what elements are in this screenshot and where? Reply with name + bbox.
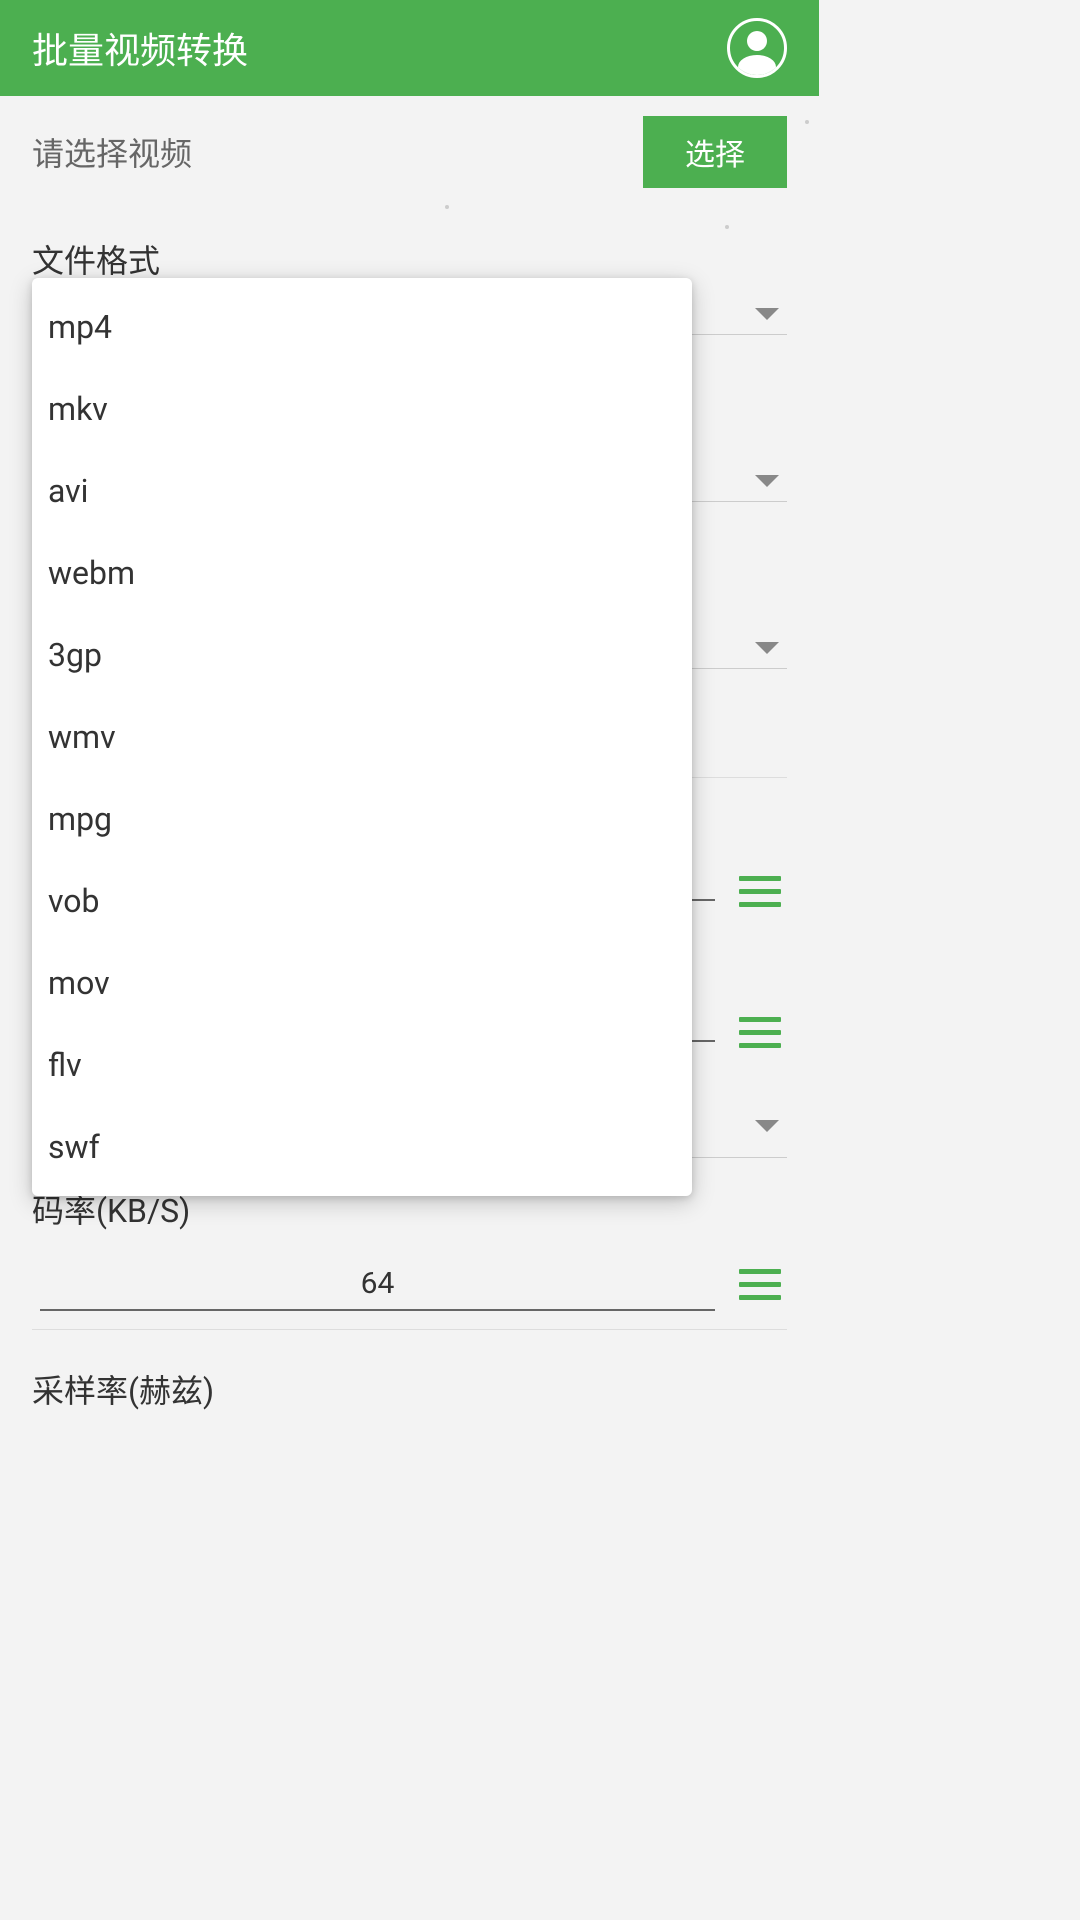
format-option-mp4[interactable]: mp4 [32, 286, 692, 368]
format-option-mkv[interactable]: mkv [32, 368, 692, 450]
samplerate-label: 采样率(赫兹) [32, 1338, 787, 1428]
chevron-down-icon [755, 475, 779, 487]
select-video-button[interactable]: 选择 [643, 116, 787, 188]
format-option-vob[interactable]: vob [32, 860, 692, 942]
chevron-down-icon [755, 642, 779, 654]
bitrate-row: 64 [32, 1248, 787, 1321]
app-title: 批量视频转换 [32, 22, 248, 74]
format-option-mpg[interactable]: mpg [32, 778, 692, 860]
menu-icon[interactable] [739, 876, 781, 907]
format-option-flv[interactable]: flv [32, 1024, 692, 1106]
menu-icon[interactable] [739, 1017, 781, 1048]
format-option-3gp[interactable]: 3gp [32, 614, 692, 696]
format-options-popup: mp4mkvaviwebm3gpwmvmpgvobmovflvswf [32, 278, 692, 1196]
menu-icon[interactable] [739, 1269, 781, 1300]
format-option-webm[interactable]: webm [32, 532, 692, 614]
chevron-down-icon [755, 1120, 779, 1132]
video-select-row: 请选择视频 选择 [32, 96, 787, 208]
select-prompt-label: 请选择视频 [32, 129, 192, 175]
chevron-down-icon [755, 308, 779, 320]
format-option-swf[interactable]: swf [32, 1106, 692, 1188]
app-header: 批量视频转换 [0, 0, 819, 96]
divider [32, 1329, 787, 1330]
format-option-avi[interactable]: avi [32, 450, 692, 532]
format-option-mov[interactable]: mov [32, 942, 692, 1024]
bitrate-value[interactable]: 64 [40, 1258, 715, 1311]
profile-avatar-icon[interactable] [727, 18, 787, 78]
format-option-wmv[interactable]: wmv [32, 696, 692, 778]
